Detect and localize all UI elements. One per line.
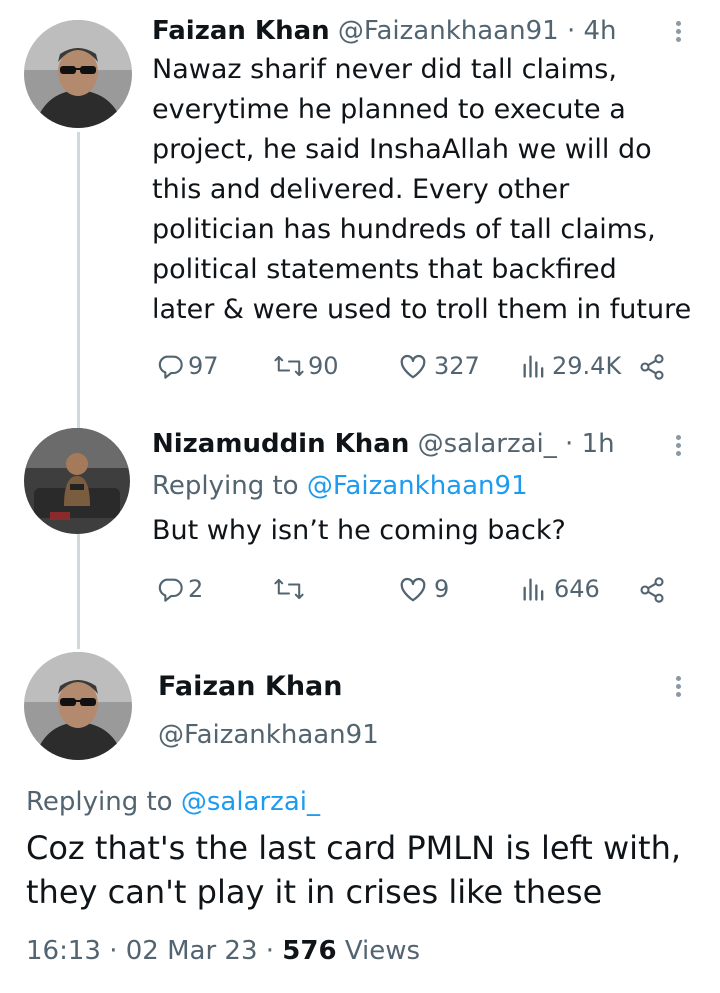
views-count: 29.4K: [552, 352, 622, 380]
tweet-text: But why isn’t he coming back?: [152, 515, 566, 546]
thread-line-1: [77, 132, 80, 428]
more-icon[interactable]: [675, 18, 683, 45]
replying-mention[interactable]: @Faizankhaan91: [307, 471, 528, 501]
views-count: 576: [282, 936, 337, 966]
views-button[interactable]: 646: [520, 575, 600, 603]
text-line: they can't play it in crises like these: [26, 873, 603, 911]
post-time[interactable]: 16:13: [26, 936, 101, 966]
text-line: Nawaz sharif never did tall claims,: [152, 54, 617, 85]
text-line: politician has hundreds of tall claims,: [152, 214, 656, 245]
heart-icon: [398, 352, 428, 380]
share-button[interactable]: [638, 576, 666, 604]
timestamp[interactable]: 1h: [582, 429, 615, 459]
author-name[interactable]: Faizan Khan: [152, 16, 330, 46]
retweet-icon: [272, 575, 306, 603]
text-line: project, he said InshaAllah we will do: [152, 134, 652, 165]
like-button[interactable]: 327: [398, 352, 480, 380]
text-line: this and delivered. Every other: [152, 174, 570, 205]
share-button[interactable]: [638, 353, 666, 381]
reply-button[interactable]: 97: [156, 352, 219, 380]
thread-line-2: [77, 531, 80, 649]
separator: ·: [565, 429, 574, 459]
heart-icon: [398, 575, 428, 603]
share-icon: [638, 576, 666, 604]
like-count: 327: [434, 352, 480, 380]
reply-count: 97: [188, 352, 219, 380]
replying-label: Replying to: [152, 471, 299, 501]
retweet-count: 90: [308, 352, 339, 380]
views-icon: [520, 352, 548, 380]
avatar[interactable]: [24, 20, 132, 128]
author-handle[interactable]: @Faizankhaan91: [338, 16, 559, 46]
author-handle[interactable]: @salarzai_: [418, 429, 557, 459]
retweet-icon: [272, 352, 306, 380]
replying-to: Replying to @salarzai_: [26, 784, 320, 820]
more-icon[interactable]: [675, 673, 683, 700]
views-button[interactable]: 29.4K: [520, 352, 621, 380]
separator: ·: [265, 936, 275, 966]
text-line: political statements that backfired: [152, 254, 617, 285]
author-name[interactable]: Faizan Khan: [158, 670, 342, 704]
separator: ·: [566, 16, 576, 46]
avatar[interactable]: [24, 428, 130, 534]
replying-label: Replying to: [26, 787, 173, 817]
avatar[interactable]: [24, 652, 132, 760]
views-count: 646: [554, 575, 600, 603]
views-icon: [520, 575, 548, 603]
post-date[interactable]: 02 Mar 23: [126, 936, 258, 966]
like-button[interactable]: 9: [398, 575, 449, 603]
author-handle[interactable]: @Faizankhaan91: [158, 718, 379, 752]
text-line: later & were used to troll them in futur…: [152, 294, 692, 325]
tweet-meta: 16:13 · 02 Mar 23 · 576 Views: [26, 934, 420, 968]
replying-to: Replying to @Faizankhaan91: [152, 468, 528, 504]
text-line: everytime he planned to execute a: [152, 94, 626, 125]
like-count: 9: [434, 575, 450, 603]
separator: ·: [109, 936, 118, 966]
replying-mention[interactable]: @salarzai_: [181, 787, 320, 817]
views-label: Views: [344, 936, 421, 966]
reply-icon: [156, 352, 184, 380]
reply-button[interactable]: 2: [156, 575, 203, 603]
retweet-button[interactable]: [272, 575, 306, 603]
more-icon[interactable]: [675, 432, 683, 459]
reply-icon: [156, 575, 184, 603]
timestamp[interactable]: 4h: [583, 16, 616, 46]
retweet-button[interactable]: 90: [272, 352, 339, 380]
text-line: Coz that's the last card PMLN is left wi…: [26, 829, 682, 867]
reply-count: 2: [188, 575, 204, 603]
tweet-text: Nawaz sharif never did tall claims, ever…: [152, 50, 712, 330]
share-icon: [638, 353, 666, 381]
author-name[interactable]: Nizamuddin Khan: [152, 429, 409, 459]
tweet-text: Coz that's the last card PMLN is left wi…: [26, 826, 716, 914]
